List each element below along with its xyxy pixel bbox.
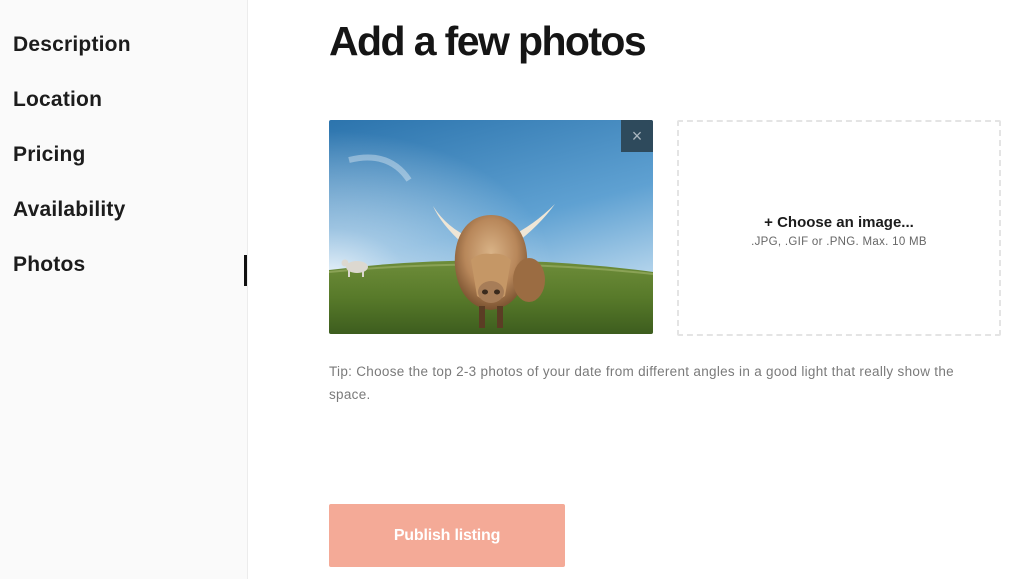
sidebar-item-location[interactable]: Location [13,88,102,112]
active-indicator [244,255,247,286]
publish-listing-button[interactable]: Publish listing [329,504,565,567]
page-title: Add a few photos [329,18,647,64]
photo-tip: Tip: Choose the top 2-3 photos of your d… [329,364,954,402]
remove-photo-button[interactable]: × [621,120,653,152]
choose-image-label: + Choose an image... [764,214,914,231]
sidebar-item-description[interactable]: Description [13,33,131,57]
highland-cow-image [329,120,653,334]
sidebar-item-pricing[interactable]: Pricing [13,143,86,167]
choose-image-dropzone[interactable]: + Choose an image... .JPG, .GIF or .PNG.… [677,120,1001,336]
sidebar-item-availability[interactable]: Availability [13,198,126,222]
file-type-hint: .JPG, .GIF or .PNG. Max. 10 MB [751,236,927,248]
sidebar: Description Location Pricing Availabilit… [0,0,248,579]
uploaded-photo: × [329,120,653,334]
sidebar-item-photos[interactable]: Photos [13,253,85,277]
